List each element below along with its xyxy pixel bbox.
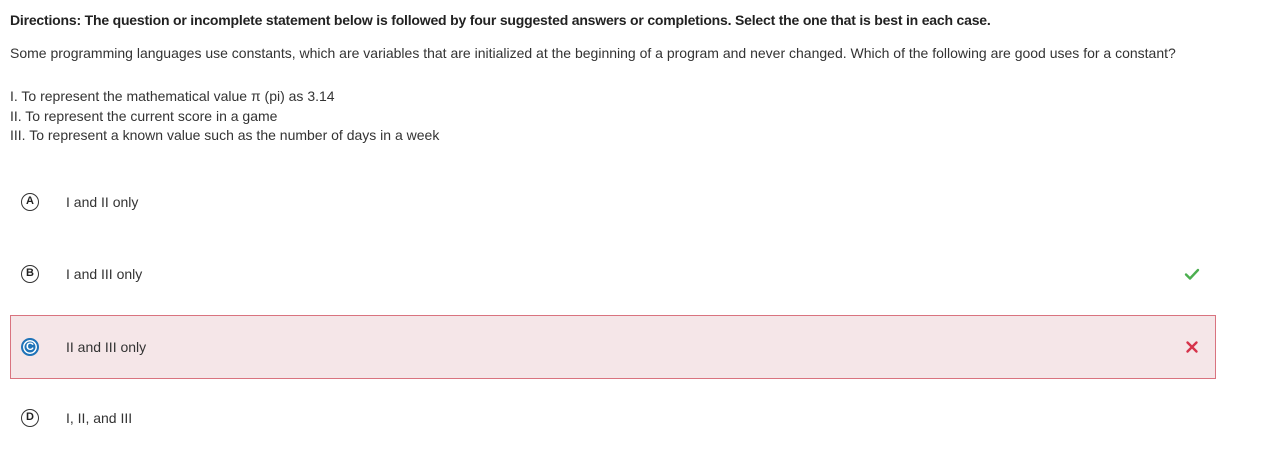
choice-text: I and II only <box>66 194 139 210</box>
choice-text: II and III only <box>66 339 147 355</box>
statement-item: I. To represent the mathematical value π… <box>10 88 335 104</box>
statement-item: II. To represent the current score in a … <box>10 107 278 124</box>
statement-list: I. To represent the mathematical value π… <box>10 87 439 146</box>
choice-text: I and III only <box>66 266 143 282</box>
question-stem: Some programming languages use constants… <box>10 45 1176 61</box>
check-icon <box>1184 268 1200 280</box>
choice-letter-badge[interactable]: B <box>21 265 39 283</box>
answer-choice-a[interactable]: A I and II only <box>10 170 1216 234</box>
choice-letter-badge[interactable]: A <box>21 193 39 211</box>
x-icon <box>1186 341 1198 353</box>
choice-letter-badge[interactable]: C <box>21 338 39 356</box>
answer-choice-c[interactable]: C II and III only <box>10 315 1216 379</box>
directions-text: Directions: The question or incomplete s… <box>10 12 991 28</box>
answer-choice-d[interactable]: D I, II, and III <box>10 386 1216 450</box>
choice-letter-badge[interactable]: D <box>21 409 39 427</box>
answer-choice-b[interactable]: B I and III only <box>10 242 1216 306</box>
statement-item: III. To represent a known value such as … <box>10 127 440 143</box>
choice-text: I, II, and III <box>66 410 133 426</box>
